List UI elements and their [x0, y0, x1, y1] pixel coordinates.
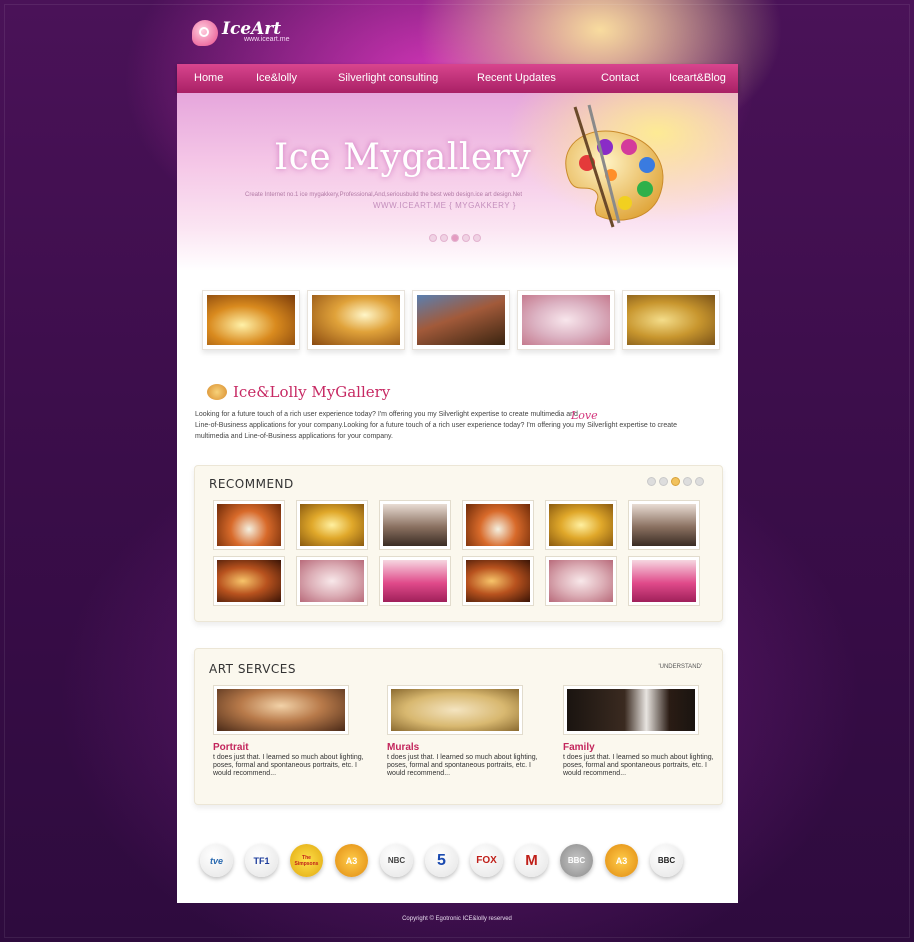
intro-line: multimedia and Line-of-Business applicat…	[195, 433, 393, 440]
service-image	[213, 685, 349, 735]
service-image	[387, 685, 523, 735]
recommend-thumb[interactable]	[379, 500, 451, 550]
recommend-thumb[interactable]	[213, 500, 285, 550]
partner-logo-bbc[interactable]: BBC	[560, 844, 593, 877]
slide-dot[interactable]	[440, 234, 448, 242]
main-nav: Home Ice&lolly Silverlight consulting Re…	[177, 64, 738, 93]
partner-logo-simpsons[interactable]: The Simpsons	[290, 844, 323, 877]
partner-logo-fox[interactable]: FOX	[470, 844, 503, 877]
recommend-thumb[interactable]	[296, 500, 368, 550]
pager-dot[interactable]	[683, 477, 692, 486]
service-text: t does just that. I learned so much abou…	[563, 754, 714, 777]
intro-line: Looking for a future touch of a rich use…	[195, 411, 578, 418]
service-portrait[interactable]: Portrait t does just that. I learned so …	[213, 685, 368, 778]
gallery-title: Ice&Lolly MyGallery	[233, 383, 391, 401]
service-text: t does just that. I learned so much abou…	[387, 754, 538, 777]
logo-icon	[192, 20, 218, 46]
palette-icon	[207, 384, 227, 400]
pager-dot[interactable]	[659, 477, 668, 486]
hero-slide-indicator	[429, 234, 481, 242]
intro-line: Line-of-Business applications for your c…	[195, 422, 677, 429]
hero-url: WWW.ICEART.ME { MYGAKKERY }	[373, 201, 516, 210]
partner-logo-tve[interactable]: tve	[200, 844, 233, 877]
recommend-title: RECOMMEND	[209, 477, 294, 491]
featured-thumbnails	[202, 290, 720, 350]
hero-title: Ice Mygallery	[274, 137, 532, 178]
handwritten-annotation: Love	[571, 409, 598, 422]
recommend-thumb[interactable]	[545, 500, 617, 550]
recommend-thumb[interactable]	[462, 500, 534, 550]
partner-logo-tf1[interactable]: TF1	[245, 844, 278, 877]
featured-thumb[interactable]	[517, 290, 615, 350]
recommend-thumb[interactable]	[296, 556, 368, 606]
recommend-thumb[interactable]	[628, 556, 700, 606]
recommend-pager	[647, 477, 704, 486]
hero-banner: Ice Mygallery Create Internet no.1 ice m…	[177, 93, 738, 271]
service-murals[interactable]: Murals t does just that. I learned so mu…	[387, 685, 542, 778]
partner-logo-antena3[interactable]: A3	[605, 844, 638, 877]
recommend-thumb[interactable]	[462, 556, 534, 606]
copyright-text: Copyright © Egotronic ICE&lolly reserved	[402, 916, 512, 922]
partner-logo-antena3[interactable]: A3	[335, 844, 368, 877]
services-title: ART SERVCES	[209, 662, 296, 676]
service-title: Murals	[387, 742, 420, 753]
service-text: t does just that. I learned so much abou…	[213, 754, 364, 777]
service-title: Family	[563, 742, 595, 753]
pager-dot[interactable]	[695, 477, 704, 486]
service-image	[563, 685, 699, 735]
recommend-grid	[213, 500, 700, 606]
site-logo[interactable]: IceArt www.iceart.me	[192, 20, 290, 46]
pager-dot[interactable]	[647, 477, 656, 486]
partner-logo-nbc[interactable]: NBC	[380, 844, 413, 877]
logo-url: www.iceart.me	[244, 36, 290, 43]
paint-palette-icon	[565, 104, 664, 228]
gallery-heading: Ice&Lolly MyGallery	[207, 383, 390, 401]
recommend-thumb[interactable]	[213, 556, 285, 606]
nav-blog[interactable]: Iceart&Blog	[669, 72, 726, 84]
nav-home[interactable]: Home	[194, 72, 223, 84]
understand-link[interactable]: 'UNDERSTAND'	[658, 664, 702, 670]
art-services-box: ART SERVCES 'UNDERSTAND' Portrait t does…	[194, 648, 723, 805]
service-family[interactable]: Family t does just that. I learned so mu…	[563, 685, 718, 778]
nav-ice-lolly[interactable]: Ice&lolly	[256, 72, 297, 84]
service-title: Portrait	[213, 742, 249, 753]
partner-logo-bbc[interactable]: BBC	[650, 844, 683, 877]
recommend-thumb[interactable]	[379, 556, 451, 606]
nav-silverlight-consulting[interactable]: Silverlight consulting	[338, 72, 438, 84]
pager-dot-active[interactable]	[671, 477, 680, 486]
slide-dot[interactable]	[462, 234, 470, 242]
hero-tagline: Create Internet no.1 ice mygakkery,Profe…	[245, 192, 523, 198]
partner-logo-m[interactable]: M	[515, 844, 548, 877]
slide-dot[interactable]	[429, 234, 437, 242]
partner-logos: tve TF1 The Simpsons A3 NBC 5 FOX M BBC …	[200, 844, 683, 877]
recommend-thumb[interactable]	[545, 556, 617, 606]
featured-thumb[interactable]	[202, 290, 300, 350]
gallery-intro: Looking for a future touch of a rich use…	[195, 409, 685, 442]
slide-dot-active[interactable]	[451, 234, 459, 242]
featured-thumb[interactable]	[307, 290, 405, 350]
recommend-thumb[interactable]	[628, 500, 700, 550]
nav-recent-updates[interactable]: Recent Updates	[477, 72, 556, 84]
slide-dot[interactable]	[473, 234, 481, 242]
featured-thumb[interactable]	[412, 290, 510, 350]
nav-contact[interactable]: Contact	[601, 72, 639, 84]
content-panel: Ice Mygallery Create Internet no.1 ice m…	[177, 93, 738, 903]
featured-thumb[interactable]	[622, 290, 720, 350]
recommend-box: RECOMMEND	[194, 465, 723, 622]
partner-logo-telecinco[interactable]: 5	[425, 844, 458, 877]
